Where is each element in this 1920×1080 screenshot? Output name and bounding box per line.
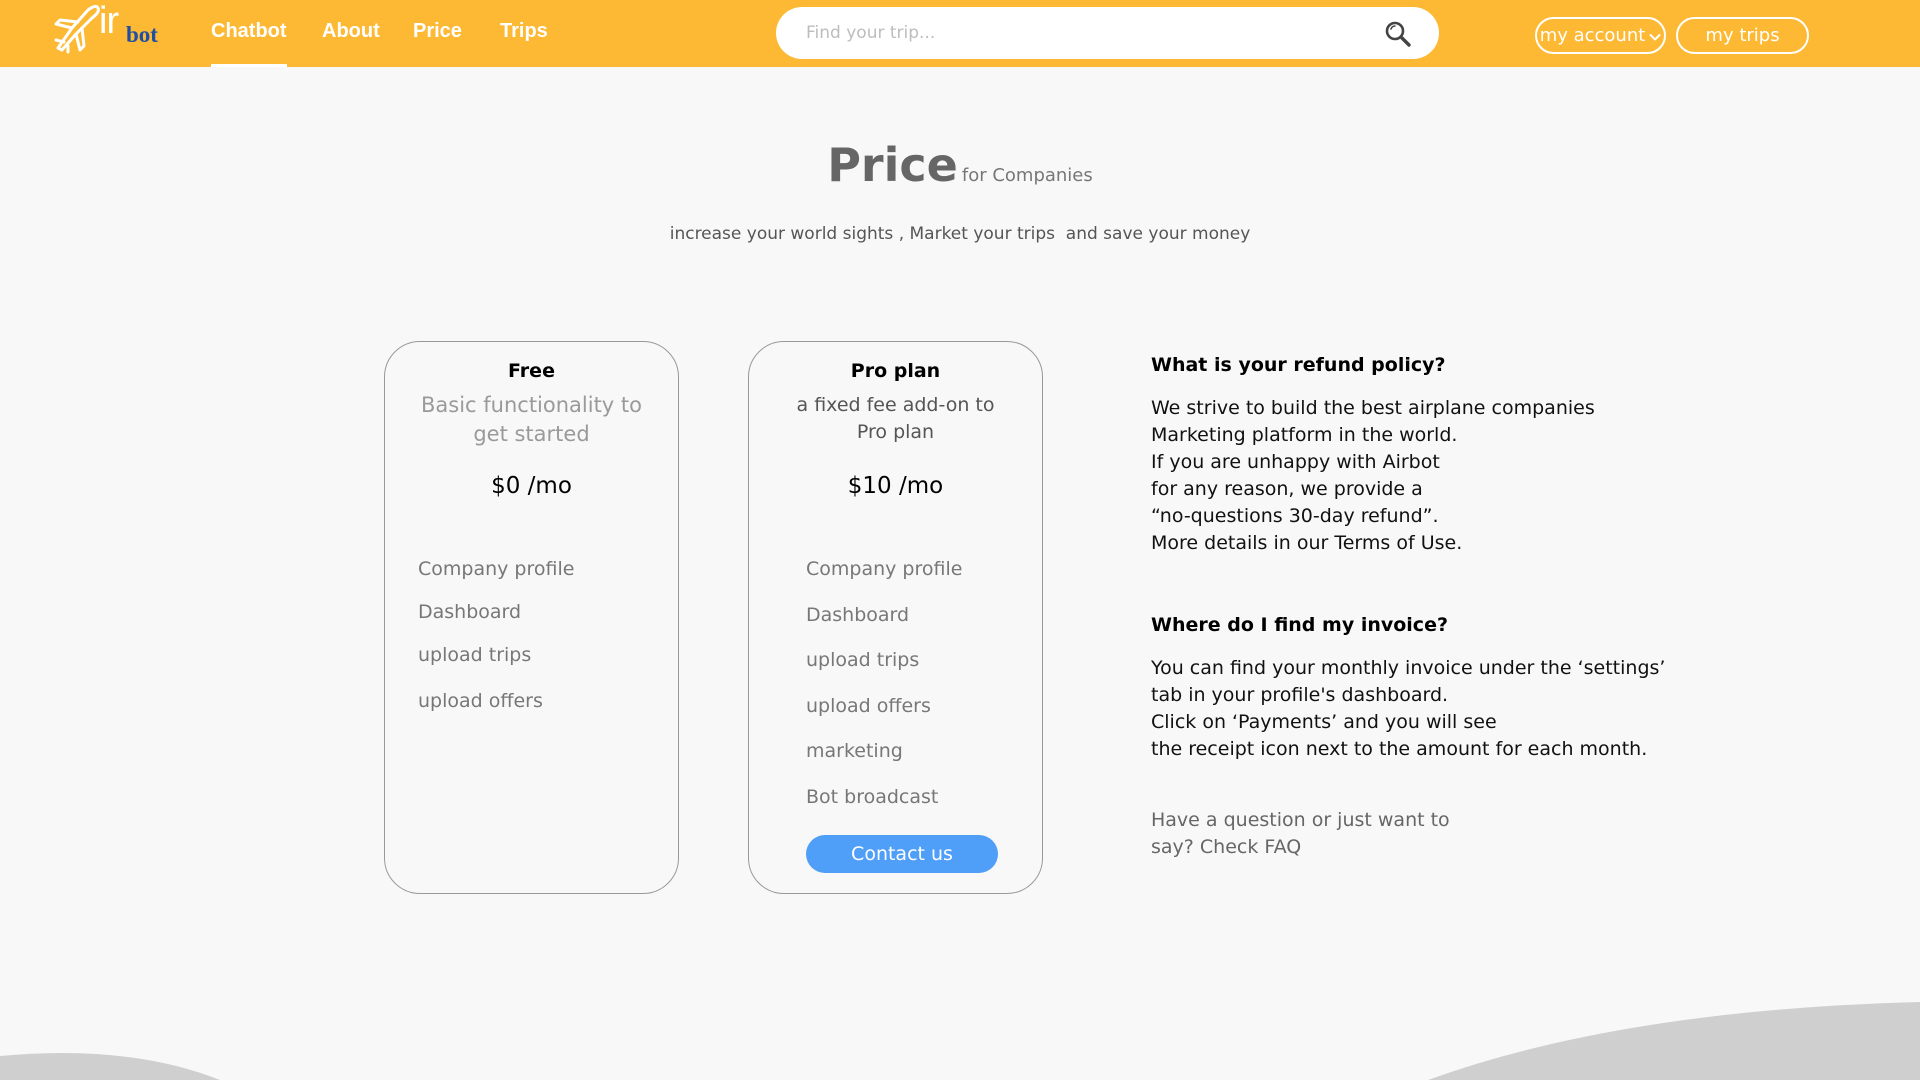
- plan-feature: Company profile: [418, 558, 575, 580]
- plan-description: Basic functionality to get started: [420, 393, 642, 447]
- page-title-main: Price: [827, 138, 958, 192]
- plan-feature: upload offers: [806, 695, 931, 717]
- faq-answer-line: We strive to build the best airplane com…: [1151, 397, 1595, 419]
- page-title: Price for Companies: [0, 138, 1920, 192]
- search-bar: [776, 7, 1439, 59]
- airbot-logo[interactable]: ir bot: [52, 0, 167, 54]
- page-subtitle: increase your world sights , Market your…: [669, 224, 1251, 244]
- faq-answer-line: tab in your profile's dashboard.: [1151, 684, 1449, 706]
- faq-answer-line: You can find your monthly invoice under …: [1151, 657, 1666, 679]
- faq-link-line[interactable]: say? Check FAQ: [1151, 834, 1301, 861]
- plan-name: Free: [508, 360, 555, 382]
- plan-feature: upload trips: [806, 649, 920, 671]
- plan-price: $10 /mo: [847, 473, 944, 499]
- search-icon[interactable]: [1384, 20, 1412, 48]
- plan-feature: Dashboard: [418, 601, 522, 623]
- my-account-dropdown[interactable]: my account: [1535, 17, 1666, 54]
- my-trips-label: my trips: [1705, 25, 1780, 46]
- nav-about[interactable]: About: [322, 20, 380, 43]
- top-navbar: ir bot Chatbot About Price Trips my acco…: [0, 0, 1920, 67]
- chevron-down-icon: [1649, 33, 1661, 40]
- plan-card-pro: Pro plan a fixed fee add-on to Pro plan …: [748, 341, 1043, 894]
- logo-text-bot: bot: [126, 22, 158, 47]
- plan-feature: Dashboard: [806, 604, 910, 626]
- page-title-suffix: for Companies: [961, 165, 1093, 186]
- my-trips-button[interactable]: my trips: [1676, 17, 1809, 54]
- plan-feature: upload trips: [418, 644, 532, 666]
- plan-description: a fixed fee add-on to Pro plan: [796, 394, 995, 443]
- faq-answer-line: More details in our Terms of Use.: [1151, 532, 1463, 554]
- plan-feature: Company profile: [806, 558, 963, 580]
- plan-feature: upload offers: [418, 690, 543, 712]
- plan-price: $0 /mo: [491, 473, 572, 499]
- plan-feature: marketing: [806, 740, 903, 762]
- nav-trips[interactable]: Trips: [500, 20, 548, 43]
- plan-card-free: Free Basic functionality to get started …: [384, 341, 679, 894]
- faq-answer-line: the receipt icon next to the amount for …: [1151, 738, 1648, 760]
- faq-answer-line: Click on ‘Payments’ and you will see: [1151, 711, 1497, 733]
- faq-answer-line: If you are unhappy with Airbot: [1151, 451, 1440, 473]
- plan-name: Pro plan: [850, 360, 941, 382]
- nav-price[interactable]: Price: [413, 20, 462, 43]
- search-input[interactable]: [806, 19, 1326, 47]
- nav-chatbot[interactable]: Chatbot: [211, 20, 287, 67]
- contact-us-button[interactable]: Contact us: [806, 835, 998, 873]
- faq-answer-line: Marketing platform in the world.: [1151, 424, 1458, 446]
- faq-question: Where do I find my invoice?: [1151, 614, 1448, 636]
- faq-answer-line: for any reason, we provide a: [1151, 478, 1423, 500]
- my-account-label: my account: [1539, 25, 1646, 46]
- faq-question: What is your refund policy?: [1151, 354, 1446, 376]
- faq-answer-line: “no-questions 30-day refund”.: [1151, 505, 1439, 527]
- logo-text-ir: ir: [99, 0, 119, 42]
- bottom-wave-decoration: [0, 1002, 1920, 1080]
- plan-feature: Bot broadcast: [806, 786, 939, 808]
- faq-link-line[interactable]: Have a question or just want to: [1151, 807, 1450, 834]
